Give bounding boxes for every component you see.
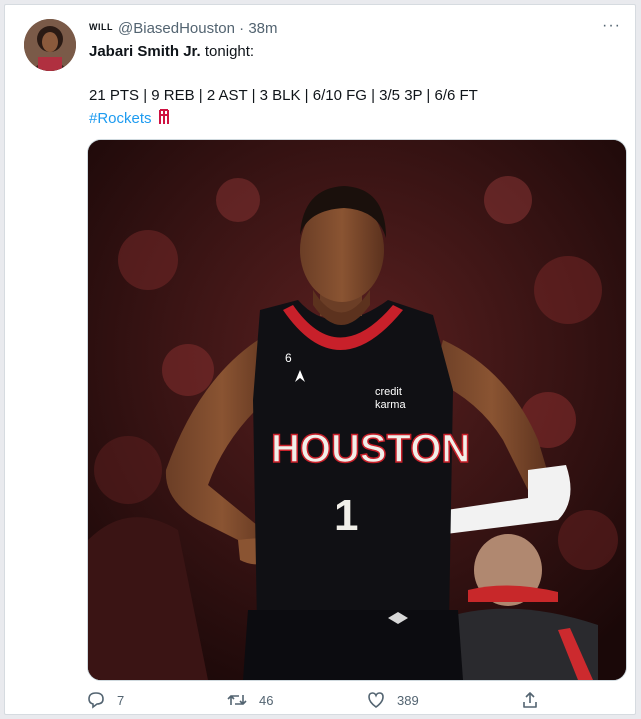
display-name[interactable]: WILL xyxy=(89,22,113,32)
tweet-card[interactable]: WILL @BiasedHouston · 38m ··· Jabari Smit… xyxy=(4,4,636,715)
rockets-logo-icon xyxy=(158,109,170,127)
like-button[interactable]: 389 xyxy=(367,691,419,709)
tweet-actions: 7 46 389 xyxy=(5,691,637,715)
avatar-image xyxy=(24,19,76,71)
retweet-count: 46 xyxy=(259,692,274,708)
reply-icon xyxy=(88,692,104,709)
sponsor-line-2: karma xyxy=(375,399,406,411)
tweet-photo[interactable]: 6 credit karma HOUSTON 1 xyxy=(87,139,627,681)
sponsor-line-1: credit xyxy=(375,386,402,398)
share-icon xyxy=(523,692,537,708)
jersey-wordmark: HOUSTON xyxy=(271,427,470,471)
player-name: Jabari Smith Jr. xyxy=(89,43,201,60)
player-photo: 6 credit karma HOUSTON 1 xyxy=(88,140,626,680)
reply-button[interactable]: 7 xyxy=(87,691,124,709)
retweet-icon xyxy=(227,695,247,705)
tweet-text-title: Jabari Smith Jr. tonight: xyxy=(89,43,254,60)
more-options-icon[interactable]: ··· xyxy=(602,17,621,35)
jersey-number: 1 xyxy=(334,491,358,540)
reply-count: 7 xyxy=(117,692,125,708)
like-count: 389 xyxy=(397,692,419,708)
tweet-header: WILL @BiasedHouston · 38m xyxy=(89,20,278,37)
timestamp[interactable]: 38m xyxy=(248,20,277,37)
hashtag-link[interactable]: #Rockets xyxy=(89,110,152,127)
title-rest: tonight: xyxy=(200,43,255,60)
user-handle[interactable]: @BiasedHouston xyxy=(118,20,235,37)
avatar[interactable] xyxy=(24,19,76,71)
retweet-button[interactable]: 46 xyxy=(227,691,273,709)
patch-number: 6 xyxy=(285,351,292,365)
stat-line: 21 PTS | 9 REB | 2 AST | 3 BLK | 6/10 FG… xyxy=(89,87,478,104)
share-button[interactable] xyxy=(521,691,551,709)
heart-icon xyxy=(368,692,384,708)
hashtag-line: #Rockets xyxy=(89,109,170,127)
separator: · xyxy=(239,20,245,37)
